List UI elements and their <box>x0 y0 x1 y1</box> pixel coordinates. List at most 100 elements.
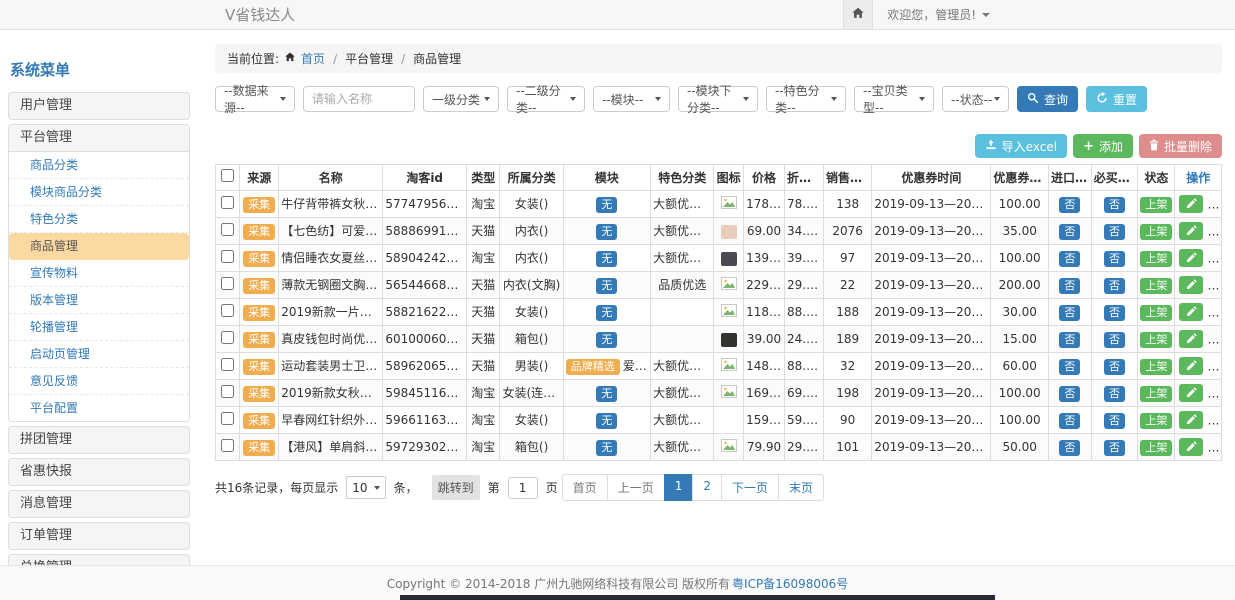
must-buy-toggle-badge[interactable]: 否 <box>1104 305 1125 321</box>
pager-button[interactable]: 1 <box>664 474 694 501</box>
sidebar-group[interactable]: 省惠快报 <box>8 458 190 486</box>
status-badge[interactable]: 上架 <box>1140 305 1172 321</box>
status-badge[interactable]: 上架 <box>1140 224 1172 240</box>
imported-toggle-badge[interactable]: 否 <box>1059 278 1080 294</box>
must-buy-toggle-badge[interactable]: 否 <box>1104 413 1125 429</box>
sidebar-item[interactable]: 特色分类 <box>9 206 189 233</box>
sidebar-group[interactable]: 订单管理 <box>8 522 190 550</box>
must-buy-toggle-badge[interactable]: 否 <box>1104 251 1125 267</box>
sidebar-item[interactable]: 商品分类 <box>9 152 189 179</box>
sidebar-item[interactable]: 意见反馈 <box>9 368 189 395</box>
sidebar-item[interactable]: 宣传物料 <box>9 260 189 287</box>
imported-toggle-badge[interactable]: 否 <box>1059 440 1080 456</box>
row-checkbox[interactable] <box>221 331 234 344</box>
edit-button[interactable] <box>1179 249 1203 267</box>
imported-toggle-badge[interactable]: 否 <box>1059 386 1080 402</box>
imported-toggle-badge[interactable]: 否 <box>1059 305 1080 321</box>
sidebar-item[interactable]: 平台配置 <box>9 395 189 421</box>
pager-button[interactable]: 末页 <box>778 474 824 501</box>
row-checkbox[interactable] <box>221 358 234 371</box>
status-badge[interactable]: 上架 <box>1140 197 1172 213</box>
edit-button[interactable] <box>1179 330 1203 348</box>
cell-source: 采集 <box>240 380 279 407</box>
sidebar-item[interactable]: 版本管理 <box>9 287 189 314</box>
imported-toggle-badge[interactable]: 否 <box>1059 359 1080 375</box>
row-checkbox[interactable] <box>221 439 234 452</box>
must-buy-toggle-badge[interactable]: 否 <box>1104 386 1125 402</box>
row-checkbox[interactable] <box>221 277 234 290</box>
search-name-input[interactable] <box>303 86 415 112</box>
select-all-checkbox[interactable] <box>221 169 234 182</box>
reset-button[interactable]: 重置 <box>1086 86 1147 112</box>
icp-link[interactable]: 粤ICP备16098006号 <box>732 575 848 592</box>
edit-button[interactable] <box>1179 222 1203 240</box>
imported-toggle-badge[interactable]: 否 <box>1059 413 1080 429</box>
filter-select[interactable]: --二级分类-- <box>507 86 585 112</box>
edit-button[interactable] <box>1179 357 1203 375</box>
edit-button[interactable] <box>1179 195 1203 213</box>
status-badge[interactable]: 上架 <box>1140 332 1172 348</box>
status-badge[interactable]: 上架 <box>1140 440 1172 456</box>
jump-page-input[interactable] <box>508 477 538 499</box>
pager-button[interactable]: 2 <box>692 474 722 501</box>
filter-select[interactable]: --模块下分类-- <box>678 86 758 112</box>
sidebar-item-active[interactable]: 商品管理 <box>9 233 189 260</box>
must-buy-toggle-badge[interactable]: 否 <box>1104 440 1125 456</box>
user-menu[interactable]: 欢迎您，管理员! <box>887 6 990 23</box>
sidebar-group[interactable]: 用户管理 <box>8 92 190 120</box>
row-checkbox[interactable] <box>221 385 234 398</box>
status-badge[interactable]: 上架 <box>1140 278 1172 294</box>
edit-button[interactable] <box>1179 438 1203 456</box>
row-checkbox[interactable] <box>221 250 234 263</box>
edit-button[interactable] <box>1179 303 1203 321</box>
breadcrumb-home-link[interactable]: 首页 <box>301 50 325 67</box>
sidebar-group[interactable]: 拼团管理 <box>8 426 190 454</box>
edit-button[interactable] <box>1179 384 1203 402</box>
filter-select[interactable]: --数据来源-- <box>215 86 295 112</box>
must-buy-toggle-badge[interactable]: 否 <box>1104 197 1125 213</box>
edit-button[interactable] <box>1179 276 1203 294</box>
pager-button[interactable]: 首页 <box>562 474 608 501</box>
jump-button[interactable]: 跳转到 <box>432 475 480 500</box>
must-buy-toggle-badge[interactable]: 否 <box>1104 332 1125 348</box>
row-checkbox[interactable] <box>221 223 234 236</box>
status-badge[interactable]: 上架 <box>1140 386 1172 402</box>
must-buy-toggle-badge[interactable]: 否 <box>1104 278 1125 294</box>
edit-button[interactable] <box>1179 411 1203 429</box>
cell-actions <box>1175 434 1222 461</box>
sidebar-group[interactable]: 消息管理 <box>8 490 190 518</box>
row-checkbox[interactable] <box>221 412 234 425</box>
source-badge: 采集 <box>243 359 275 375</box>
filter-select[interactable]: --宝贝类型-- <box>854 86 934 112</box>
sidebar-group[interactable]: 平台管理 <box>9 125 189 152</box>
sidebar-item[interactable]: 模块商品分类 <box>9 179 189 206</box>
batch-delete-button[interactable]: 批量删除 <box>1139 134 1222 158</box>
filter-select[interactable]: --状态-- <box>942 86 1009 112</box>
image-placeholder-icon <box>721 360 737 374</box>
row-checkbox[interactable] <box>221 196 234 209</box>
status-badge[interactable]: 上架 <box>1140 251 1172 267</box>
filter-select[interactable]: 一级分类 <box>423 86 499 112</box>
page-size-select[interactable]: 10 <box>346 476 385 499</box>
add-button[interactable]: + 添加 <box>1073 134 1133 158</box>
import-excel-button[interactable]: 导入excel <box>975 134 1067 158</box>
must-buy-toggle-badge[interactable]: 否 <box>1104 359 1125 375</box>
home-button[interactable] <box>843 0 873 29</box>
imported-toggle-badge[interactable]: 否 <box>1059 251 1080 267</box>
imported-toggle-badge[interactable]: 否 <box>1059 197 1080 213</box>
status-badge[interactable]: 上架 <box>1140 359 1172 375</box>
must-buy-toggle-badge[interactable]: 否 <box>1104 224 1125 240</box>
sidebar-item[interactable]: 轮播管理 <box>9 314 189 341</box>
filter-select[interactable]: --特色分类-- <box>766 86 846 112</box>
pager-button[interactable]: 上一页 <box>607 474 665 501</box>
sidebar-group[interactable]: 兑换管理 <box>8 554 190 565</box>
filter-select[interactable]: --模块-- <box>593 86 670 112</box>
search-button[interactable]: 查询 <box>1017 86 1078 112</box>
sidebar-item[interactable]: 启动页管理 <box>9 341 189 368</box>
status-badge[interactable]: 上架 <box>1140 413 1172 429</box>
pager-button[interactable]: 下一页 <box>721 474 779 501</box>
imported-toggle-badge[interactable]: 否 <box>1059 332 1080 348</box>
chevron-down-icon <box>655 97 661 101</box>
imported-toggle-badge[interactable]: 否 <box>1059 224 1080 240</box>
row-checkbox[interactable] <box>221 304 234 317</box>
